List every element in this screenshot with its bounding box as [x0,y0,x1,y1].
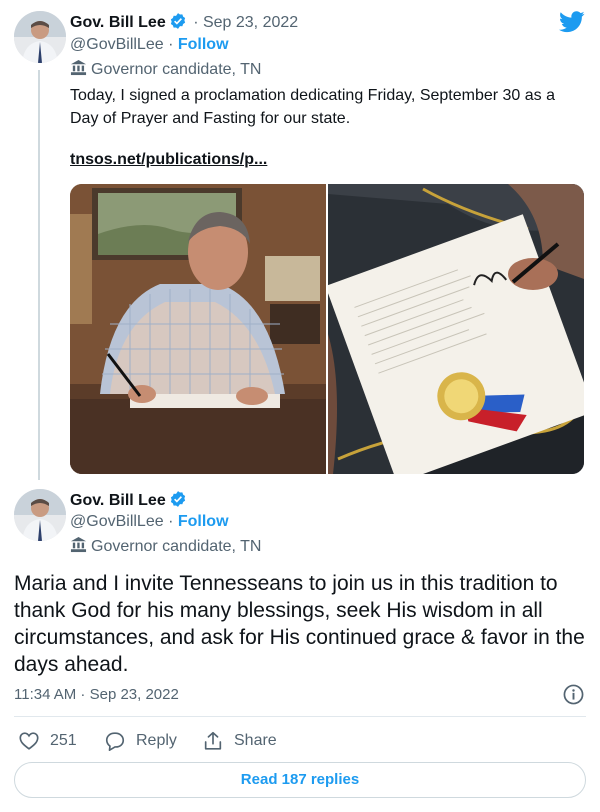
reply-button[interactable]: Reply [104,730,177,752]
follow-button[interactable]: Follow [178,513,229,530]
governor-label-icon [70,59,87,81]
like-count: 251 [50,732,77,749]
link-card[interactable]: tnsos.net/publications/p... [70,151,267,169]
author-handle[interactable]: @GovBillLee [70,36,164,53]
account-label: Governor candidate, TN [91,538,262,555]
reply-icon [104,730,126,752]
share-label: Share [234,732,277,749]
tweet-date[interactable]: · Sep 23, 2022 [193,14,298,31]
author-name[interactable]: Gov. Bill Lee [70,14,166,31]
like-button[interactable]: 251 [18,730,77,752]
media-grid [70,184,584,474]
photo-proclamation[interactable] [325,184,584,474]
separator-dot: · [168,36,174,53]
divider [14,716,586,717]
avatar[interactable] [14,489,66,541]
tweet-timestamp[interactable]: 11:34 AM · Sep 23, 2022 [14,686,179,703]
share-icon [202,730,224,752]
account-label: Governor candidate, TN [91,61,262,78]
read-replies-button[interactable]: Read 187 replies [14,762,586,798]
info-icon[interactable] [563,684,584,710]
verified-badge-icon [169,12,187,35]
author-name[interactable]: Gov. Bill Lee [70,492,166,509]
photo-signing[interactable] [70,184,326,474]
share-button[interactable]: Share [202,730,277,752]
tweet-text: Today, I signed a proclamation dedicatin… [70,87,556,127]
reply-label: Reply [136,732,177,749]
thread-line [38,70,40,480]
governor-label-icon [70,536,87,558]
heart-icon [18,730,40,752]
verified-badge-icon [169,490,187,513]
tweet-text: Maria and I invite Tennesseans to join u… [14,572,585,676]
avatar[interactable] [14,11,66,63]
author-handle[interactable]: @GovBillLee [70,513,164,530]
separator-dot: · [168,513,174,530]
follow-button[interactable]: Follow [178,36,229,53]
twitter-logo-icon[interactable] [559,11,585,38]
